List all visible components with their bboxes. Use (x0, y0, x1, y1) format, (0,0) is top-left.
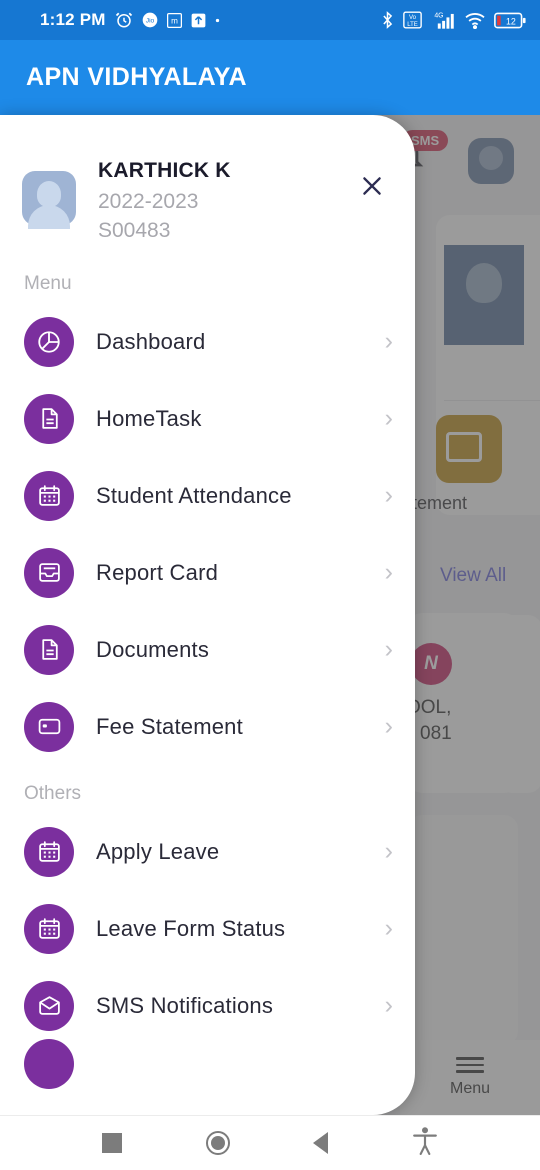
m-app-icon: m (166, 12, 182, 28)
status-bar: 1:12 PM Jio m Vo LTE 4G 12 (0, 0, 540, 40)
app-title: APN VIDHYALAYA (26, 63, 247, 91)
wifi-icon (464, 11, 486, 29)
menu-item-label: HomeTask (96, 405, 202, 431)
volte-icon: Vo LTE (403, 11, 422, 29)
chevron-right-icon: › (384, 837, 393, 865)
chevron-right-icon: › (384, 404, 393, 432)
section-label-menu: Menu (24, 273, 72, 294)
menu-item-label: Fee Statement (96, 713, 243, 739)
menu-item-label: Dashboard (96, 328, 206, 354)
credit-card-icon (24, 701, 74, 752)
profile-student-id: S00483 (98, 219, 171, 242)
svg-text:Jio: Jio (145, 18, 154, 25)
svg-text:4G: 4G (434, 12, 443, 19)
bluetooth-icon (380, 11, 395, 29)
menu-item-label: Apply Leave (96, 838, 220, 864)
menu-item-documents[interactable]: Documents › (0, 611, 415, 688)
profile-academic-year: 2022-2023 (98, 190, 199, 213)
home-circle-icon[interactable] (205, 1131, 230, 1155)
chevron-right-icon: › (384, 327, 393, 355)
circle-icon (24, 1039, 74, 1089)
status-bar-right: Vo LTE 4G 12 (380, 10, 526, 30)
profile-info: KARTHICK K 2022-2023 S00483 (98, 159, 231, 255)
chevron-right-icon: › (384, 991, 393, 1019)
navigation-drawer: KARTHICK K 2022-2023 S00483 Menu Dashboa… (0, 115, 415, 1115)
menu-item-label: Report Card (96, 559, 219, 585)
accessibility-icon[interactable] (412, 1126, 438, 1160)
menu-item-leave-form-status[interactable]: Leave Form Status › (0, 890, 415, 967)
menu-item-label: Documents (96, 636, 210, 662)
chevron-right-icon: › (384, 481, 393, 509)
menu-item-partial-cutoff[interactable] (0, 1039, 415, 1089)
jio-icon: Jio (142, 12, 158, 28)
chevron-right-icon: › (384, 635, 393, 663)
chevron-right-icon: › (384, 558, 393, 586)
menu-item-hometask[interactable]: HomeTask › (0, 380, 415, 457)
svg-text:LTE: LTE (407, 22, 418, 28)
document-icon (24, 624, 74, 675)
upload-icon (191, 13, 206, 28)
document-icon (24, 393, 74, 444)
calendar-icon (24, 470, 74, 521)
app-bar: APN VIDHYALAYA (0, 40, 540, 115)
section-label-others: Others (24, 783, 82, 804)
dot-icon (215, 18, 220, 23)
alarm-icon (115, 11, 133, 29)
menu-item-label: SMS Notifications (96, 992, 274, 1018)
status-bar-left: 1:12 PM Jio m (40, 10, 220, 30)
battery-level: 12 (506, 16, 516, 26)
inbox-tray-icon (24, 547, 74, 598)
status-clock: 1:12 PM (40, 10, 106, 29)
menu-item-apply-leave[interactable]: Apply Leave › (0, 813, 415, 890)
battery-icon: 12 (494, 12, 526, 29)
menu-item-dashboard[interactable]: Dashboard › (0, 303, 415, 380)
chevron-right-icon: › (384, 712, 393, 740)
svg-text:Vo: Vo (409, 15, 417, 21)
recents-square-icon[interactable] (101, 1133, 122, 1153)
menu-item-label: Leave Form Status (96, 915, 286, 941)
chevron-right-icon: › (384, 914, 393, 942)
svg-text:m: m (171, 16, 178, 25)
drawer-profile-header: KARTHICK K 2022-2023 S00483 (0, 115, 415, 255)
menu-item-student-attendance[interactable]: Student Attendance › (0, 457, 415, 534)
avatar (22, 171, 76, 229)
calendar-icon (24, 903, 74, 954)
profile-name: KARTHICK K (98, 159, 231, 182)
menu-item-fee-statement[interactable]: Fee Statement › (0, 688, 415, 765)
calendar-icon (24, 826, 74, 877)
android-nav-bar (0, 1115, 540, 1170)
phone-screen: 1:12 PM Jio m Vo LTE 4G 12 APN VIDHYALAY… (0, 0, 540, 1170)
pie-chart-icon (24, 316, 74, 367)
envelope-icon (24, 980, 74, 1031)
menu-item-report-card[interactable]: Report Card › (0, 534, 415, 611)
menu-item-sms-notifications[interactable]: SMS Notifications › (0, 967, 415, 1044)
back-triangle-icon[interactable] (313, 1132, 329, 1154)
close-icon[interactable] (355, 169, 389, 203)
signal-icon: 4G (430, 10, 456, 30)
menu-item-label: Student Attendance (96, 482, 292, 508)
